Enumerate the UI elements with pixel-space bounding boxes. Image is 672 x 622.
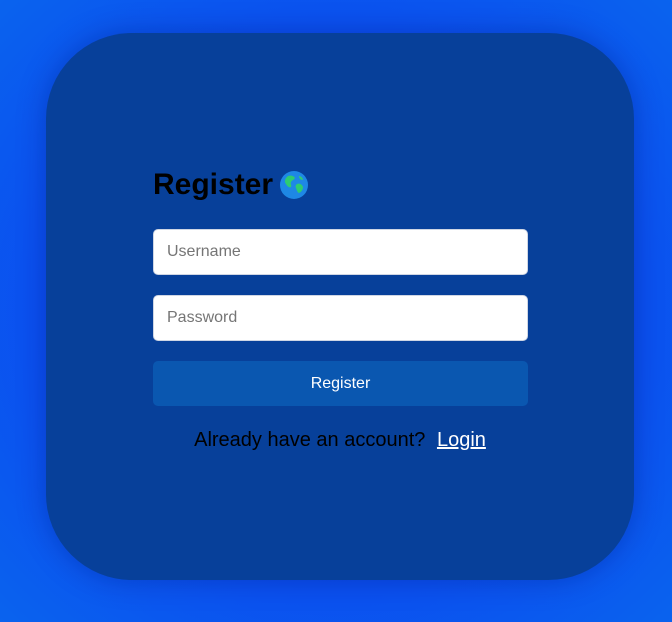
login-prompt-text: Already have an account? [194,429,426,451]
page-title: Register [153,168,274,201]
login-prompt: Already have an account? Login [46,429,634,452]
login-link[interactable]: Login [437,429,486,451]
globe-icon [279,170,309,200]
password-input[interactable] [153,295,528,341]
title-row: Register [153,167,309,203]
register-button[interactable]: Register [153,361,528,406]
register-card: Register Register Already have an accoun… [46,33,634,580]
username-input[interactable] [153,229,528,275]
